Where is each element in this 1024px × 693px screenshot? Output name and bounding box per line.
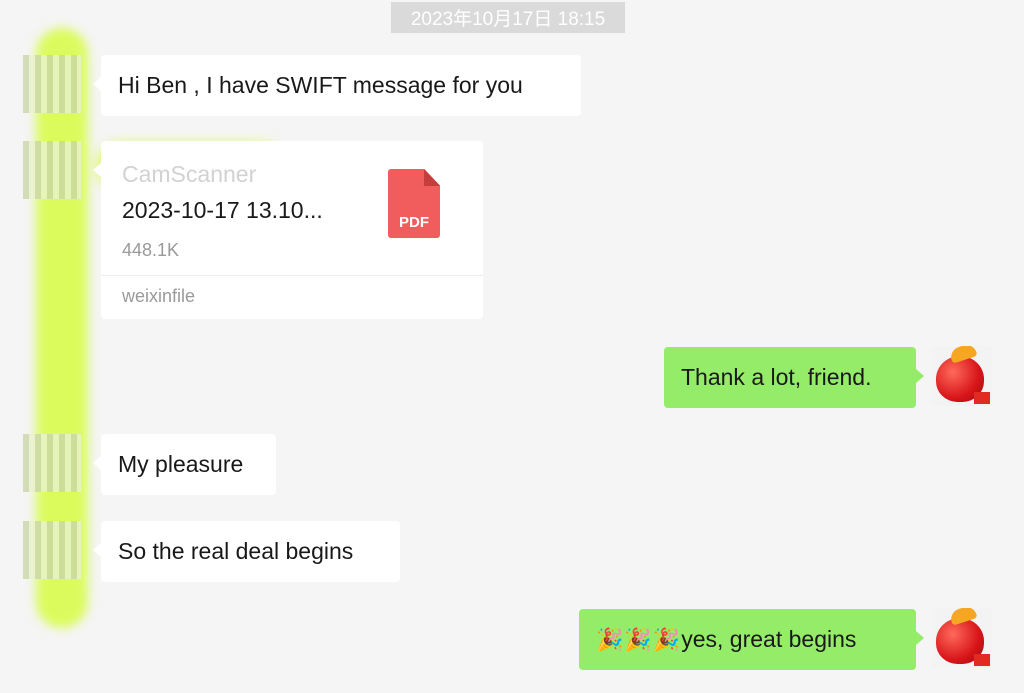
message-text: yes, great begins — [681, 626, 857, 652]
party-popper-icon: 🎉 — [652, 626, 681, 652]
party-popper-icon: 🎉 — [596, 626, 624, 652]
pdf-type-label: PDF — [399, 214, 429, 231]
message-bubble-incoming[interactable]: My pleasure — [93, 434, 276, 495]
file-card-divider — [101, 275, 483, 276]
message-bubble-incoming[interactable]: So the real deal begins — [93, 521, 400, 582]
apple-avatar[interactable] — [932, 608, 992, 668]
file-message-card[interactable]: CamScanner 2023-10-17 13.10... 448.1K PD… — [93, 141, 483, 319]
contact-avatar[interactable] — [23, 55, 81, 113]
file-source-label: weixinfile — [122, 286, 196, 306]
message-bubble-outgoing[interactable]: Thank a lot, friend. — [664, 347, 924, 408]
contact-avatar[interactable] — [23, 141, 81, 199]
message-text: My pleasure — [118, 451, 244, 477]
flag-icon — [974, 392, 990, 404]
message-text: Thank a lot, friend. — [681, 364, 872, 390]
message-bubble-incoming[interactable]: Hi Ben , I have SWIFT message for you — [93, 55, 581, 116]
chat-timestamp: 2023年10月17日 18:15 — [391, 2, 625, 33]
party-popper-icon: 🎉 — [624, 626, 652, 652]
file-name-line-2: 2023-10-17 13.10... — [122, 197, 323, 223]
message-bubble-outgoing[interactable]: 🎉 🎉 🎉 yes, great begins — [579, 609, 924, 670]
message-text: So the real deal begins — [118, 538, 354, 564]
file-name-line-1: CamScanner — [122, 161, 257, 187]
flag-icon — [974, 654, 990, 666]
message-text: Hi Ben , I have SWIFT message for you — [118, 72, 523, 98]
contact-avatar[interactable] — [23, 434, 81, 492]
file-size: 448.1K — [122, 240, 180, 260]
apple-avatar[interactable] — [932, 346, 992, 406]
contact-avatar[interactable] — [23, 521, 81, 579]
